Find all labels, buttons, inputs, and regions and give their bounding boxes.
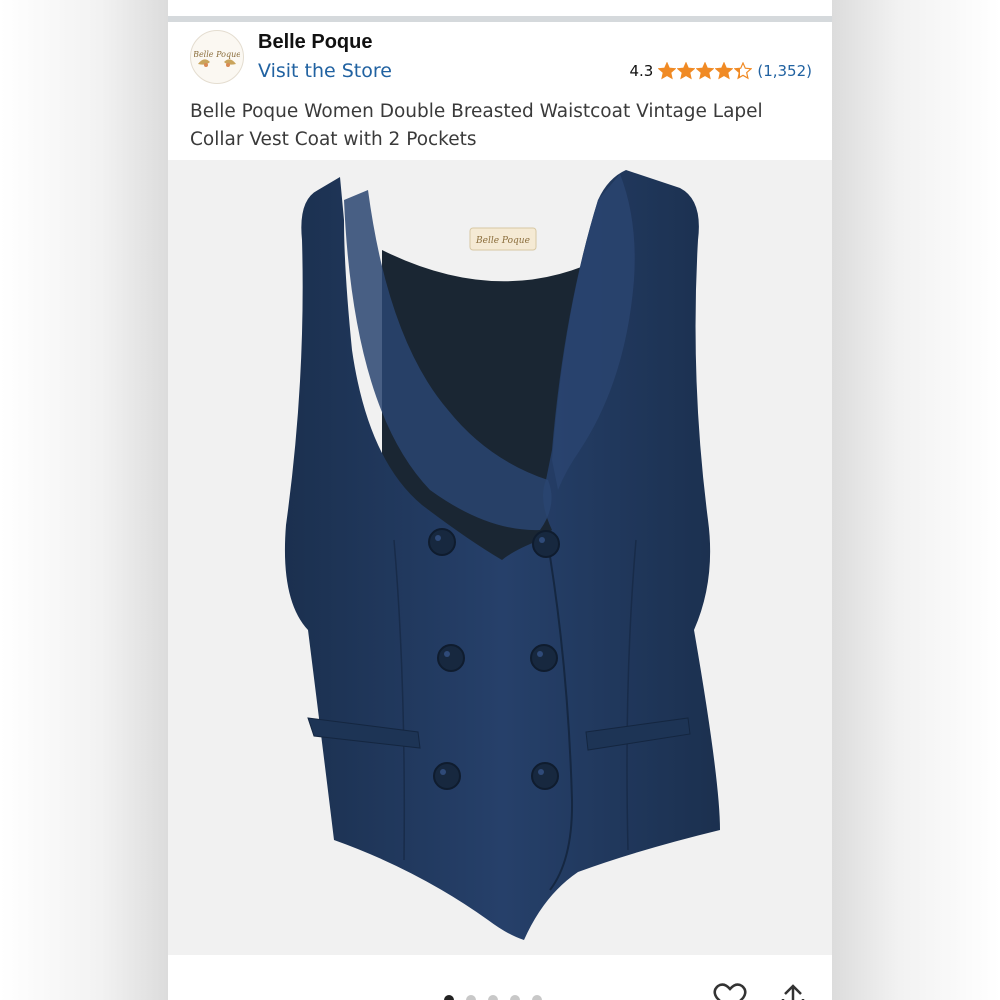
top-divider-bar (168, 16, 832, 22)
right-backdrop (832, 0, 1000, 1000)
neck-label: Belle Poque (475, 236, 530, 246)
product-page: Belle Poque Belle Poque Visit the Store … (168, 0, 832, 1000)
carousel-dot[interactable] (466, 995, 476, 1000)
rating-summary[interactable]: 4.3 (1,352) (629, 62, 812, 80)
visit-store-link[interactable]: Visit the Store (258, 60, 392, 82)
rating-value: 4.3 (629, 62, 654, 80)
left-backdrop (0, 0, 168, 1000)
product-title: Belle Poque Women Double Breasted Waistc… (190, 101, 763, 150)
carousel-dot[interactable] (488, 995, 498, 1000)
review-count-link[interactable]: (1,352) (757, 62, 812, 80)
star-icon (715, 62, 734, 80)
carousel-dots (444, 995, 542, 1000)
carousel-dot[interactable] (510, 995, 520, 1000)
carousel-dot[interactable] (532, 995, 542, 1000)
vest-illustration: Belle Poque (284, 170, 720, 940)
brand-name: Belle Poque (258, 31, 373, 53)
image-controls (168, 955, 832, 1000)
share-icon[interactable] (778, 983, 808, 1000)
star-rating (658, 62, 753, 80)
star-icon (677, 62, 696, 80)
star-icon (658, 62, 677, 80)
brand-logo[interactable]: Belle Poque (190, 30, 244, 84)
logo-wordmark: Belle Poque (194, 50, 240, 59)
product-image[interactable]: Belle Poque (168, 160, 832, 955)
brand-logo-graphic: Belle Poque (194, 50, 240, 67)
heart-icon[interactable] (713, 983, 747, 1000)
star-icon (696, 62, 715, 80)
carousel-dot[interactable] (444, 995, 454, 1000)
star-icon (734, 62, 753, 80)
